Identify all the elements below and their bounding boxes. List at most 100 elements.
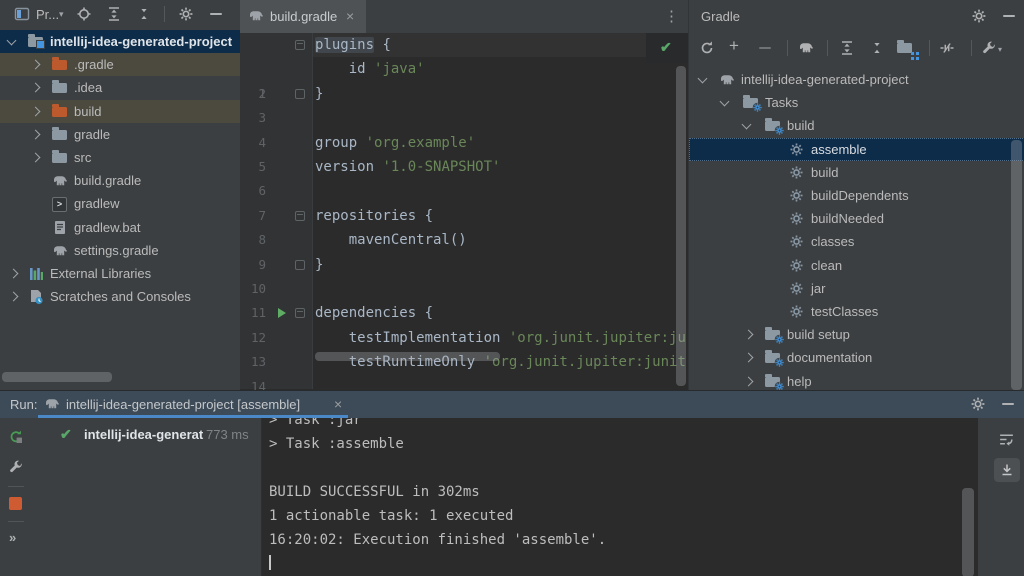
vertical-scrollbar[interactable]	[962, 488, 974, 576]
project-view-icon[interactable]	[14, 6, 30, 22]
chevron-down-icon[interactable]	[742, 120, 752, 130]
project-view-selector[interactable]: Pr...	[36, 7, 59, 22]
code-line[interactable]: 12 dependencies {	[240, 301, 688, 325]
gear-icon[interactable]	[971, 8, 987, 24]
code-line[interactable]: 5 group 'org.example'	[240, 131, 688, 155]
gradle-task-testClasses[interactable]: testClasses	[689, 300, 1024, 323]
code-line[interactable]: 1 plugins {	[240, 33, 688, 57]
close-icon[interactable]: ×	[346, 9, 354, 23]
project-tree-item-gradle-wrapper-dir[interactable]: gradle	[0, 123, 240, 146]
execute-gradle-task-icon[interactable]	[797, 40, 815, 56]
gradle-tree-item-build-group[interactable]: build	[689, 114, 1024, 137]
minimize-icon[interactable]	[1002, 403, 1014, 405]
code-line[interactable]: 4	[240, 106, 688, 130]
code-token: }	[315, 86, 323, 102]
add-icon[interactable]: +	[729, 36, 739, 56]
chevron-right-icon[interactable]	[744, 330, 754, 340]
chevron-right-icon[interactable]	[31, 106, 41, 116]
gradle-task-buildNeeded[interactable]: buildNeeded	[689, 207, 1024, 230]
stop-icon[interactable]	[9, 497, 22, 510]
code-line[interactable]: 3 }	[240, 82, 688, 106]
gradle-tree-item-documentation[interactable]: documentation	[689, 346, 1024, 369]
collapse-all-icon[interactable]	[869, 40, 885, 56]
chevron-right-icon[interactable]	[744, 376, 754, 386]
gear-icon[interactable]	[970, 396, 986, 412]
project-tree-item-idea-dir[interactable]: .idea	[0, 76, 240, 99]
expand-all-icon[interactable]	[839, 40, 855, 56]
chevron-down-icon[interactable]	[698, 74, 708, 84]
tree-item-label: build	[74, 100, 101, 123]
editor-tab-build-gradle[interactable]: build.gradle ×	[240, 0, 366, 33]
gradle-task-buildDependents[interactable]: buildDependents	[689, 184, 1024, 207]
offline-mode-icon[interactable]	[939, 40, 955, 56]
horizontal-scrollbar[interactable]	[2, 372, 112, 382]
locate-icon[interactable]	[76, 6, 92, 22]
gradle-task-jar[interactable]: jar	[689, 277, 1024, 300]
fold-marker-icon[interactable]	[295, 308, 305, 318]
run-icon[interactable]	[278, 308, 286, 318]
code-line[interactable]: 2 id 'java'	[240, 57, 688, 81]
code-line[interactable]: 7	[240, 179, 688, 203]
collapse-all-icon[interactable]	[136, 6, 152, 22]
gradle-task-clean[interactable]: clean	[689, 254, 1024, 277]
run-console[interactable]: > Task :jar > Task :assemble BUILD SUCCE…	[262, 418, 978, 576]
fold-marker-icon[interactable]	[295, 211, 305, 221]
gradle-tree-item-tasks[interactable]: Tasks	[689, 91, 1024, 114]
soft-wrap-icon[interactable]	[998, 431, 1015, 448]
close-icon[interactable]: ×	[334, 397, 342, 411]
expand-all-icon[interactable]	[106, 6, 122, 22]
chevron-right-icon[interactable]	[9, 292, 19, 302]
refresh-icon[interactable]	[699, 40, 715, 56]
code-line[interactable]: 8 repositories {	[240, 204, 688, 228]
run-tree-node[interactable]: ✔ intellij-idea-generat 773 ms	[32, 423, 261, 447]
fold-marker-icon[interactable]	[295, 40, 305, 50]
code-line[interactable]: 11	[240, 277, 688, 301]
code-line[interactable]: 6 version '1.0-SNAPSHOT'	[240, 155, 688, 179]
code-line[interactable]: 9 mavenCentral()	[240, 228, 688, 252]
project-tree-item-gradle-dir[interactable]: .gradle	[0, 53, 240, 76]
chevron-right-icon[interactable]	[744, 353, 754, 363]
wrench-icon[interactable]	[8, 459, 24, 475]
vertical-scrollbar[interactable]	[1011, 140, 1022, 390]
project-tree-item-gradlew-bat[interactable]: gradlew.bat	[0, 216, 240, 239]
inspections-widget[interactable]: ✔	[646, 33, 688, 63]
gradle-task-classes[interactable]: classes	[689, 230, 1024, 253]
gradle-tree-item-build-setup[interactable]: build setup	[689, 323, 1024, 346]
project-tree-item-build-gradle[interactable]: build.gradle	[0, 169, 240, 192]
wrench-icon[interactable]	[981, 40, 997, 56]
project-tree-item-src-dir[interactable]: src	[0, 146, 240, 169]
project-tree-item-build-dir[interactable]: build	[0, 100, 240, 123]
project-tree-item-settings-gradle[interactable]: settings.gradle	[0, 239, 240, 262]
run-tab[interactable]: intellij-idea-generated-project [assembl…	[38, 391, 348, 418]
chevron-down-icon[interactable]	[7, 36, 17, 46]
group-tasks-icon[interactable]	[897, 43, 912, 53]
gradle-task-assemble[interactable]: assemble	[689, 138, 1024, 161]
fold-marker-icon[interactable]	[295, 260, 305, 270]
chevron-right-icon[interactable]	[31, 129, 41, 139]
code-line[interactable]: 13 testImplementation 'org.junit.jupiter…	[240, 326, 688, 350]
gear-icon[interactable]	[178, 6, 194, 22]
project-tree-item-gradlew[interactable]: > gradlew	[0, 192, 240, 215]
more-icon[interactable]: »	[9, 530, 16, 545]
vertical-scrollbar[interactable]	[676, 66, 686, 386]
chevron-right-icon[interactable]	[31, 83, 41, 93]
horizontal-scrollbar[interactable]	[315, 352, 500, 361]
chevron-right-icon[interactable]	[9, 269, 19, 279]
chevron-down-icon[interactable]	[720, 97, 730, 107]
minimize-icon[interactable]	[210, 13, 222, 15]
project-tree-item-scratches[interactable]: Scratches and Consoles	[0, 285, 240, 308]
project-tree-item-root[interactable]: intellij-idea-generated-project	[0, 30, 240, 53]
menu-icon[interactable]: ⋮	[664, 7, 679, 25]
text-caret	[269, 555, 271, 570]
remove-icon[interactable]	[759, 47, 771, 49]
code-line[interactable]: 10 }	[240, 253, 688, 277]
fold-marker-icon[interactable]	[295, 89, 305, 99]
gradle-task-build[interactable]: build	[689, 161, 1024, 184]
gradle-tree-item-project[interactable]: intellij-idea-generated-project	[689, 68, 1024, 91]
rerun-icon[interactable]	[8, 429, 24, 445]
scroll-to-end-button[interactable]	[994, 458, 1020, 482]
chevron-right-icon[interactable]	[31, 60, 41, 70]
project-tree-item-external-libraries[interactable]: External Libraries	[0, 262, 240, 285]
minimize-icon[interactable]	[1003, 15, 1015, 17]
chevron-right-icon[interactable]	[31, 153, 41, 163]
